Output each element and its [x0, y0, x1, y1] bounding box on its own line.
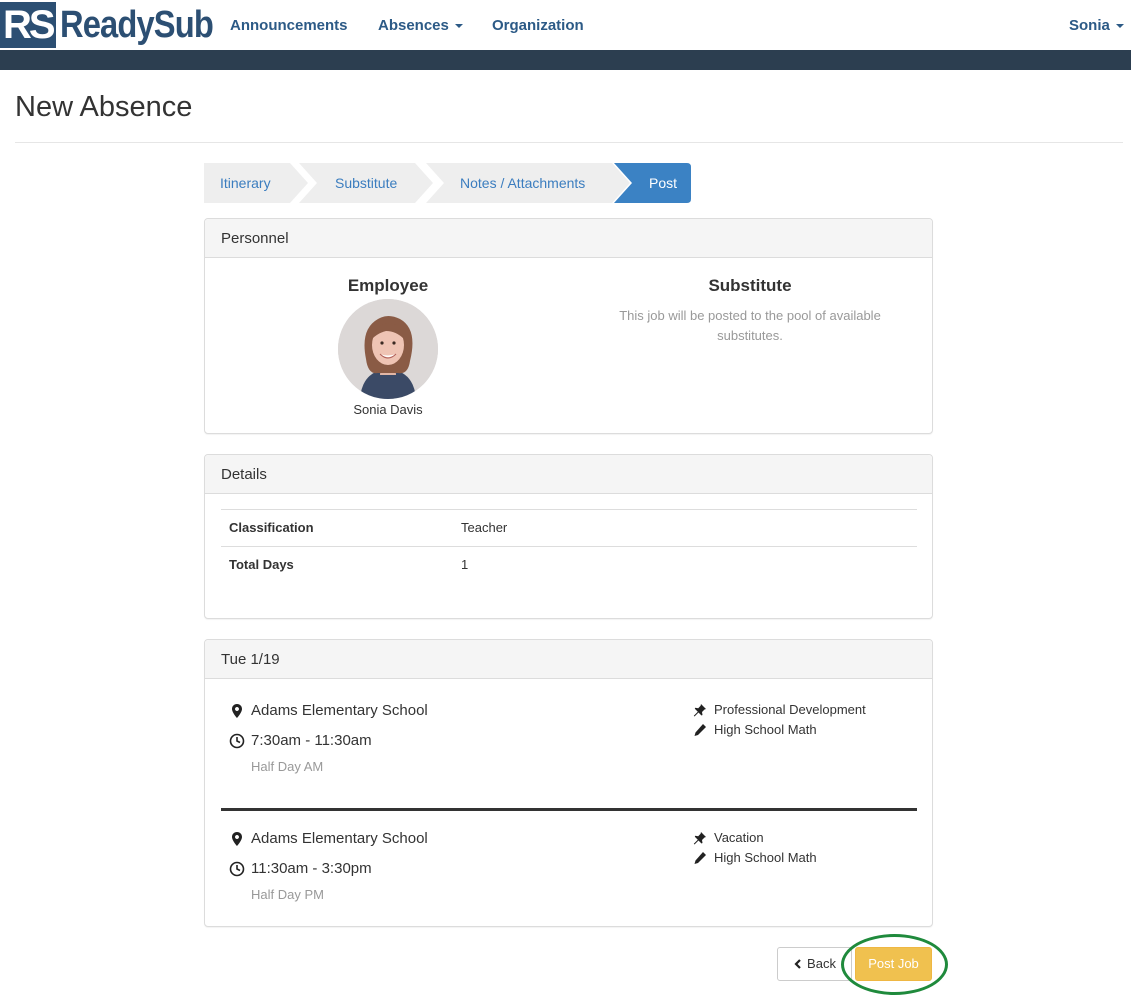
entry-subject: High School Math	[693, 850, 817, 865]
entry-divider	[221, 808, 917, 811]
entry-reason: Professional Development	[693, 702, 866, 717]
page-title: New Absence	[15, 91, 193, 123]
title-divider	[15, 142, 1123, 143]
detail-value: Teacher	[461, 520, 508, 535]
nav-absences[interactable]: Absences	[378, 17, 463, 35]
nav-organization[interactable]: Organization	[492, 17, 584, 35]
clock-icon	[229, 733, 245, 748]
duration-label: Half Day AM	[251, 759, 324, 774]
chevron-left-icon	[794, 959, 801, 969]
highlight-annotation	[841, 934, 948, 995]
entry-reason: Vacation	[693, 830, 764, 845]
time-range: 11:30am - 3:30pm	[251, 860, 372, 877]
wizard-step-label: Substitute	[335, 175, 398, 191]
details-table: Classification Teacher Total Days 1	[221, 509, 917, 583]
wizard-step-label: Post	[649, 175, 678, 191]
personnel-panel: Personnel Employee Sonia Davis Substitut…	[204, 218, 933, 434]
substitute-title: Substitute	[708, 276, 792, 295]
absence-reason: Professional Development	[714, 702, 866, 717]
subject-name: High School Math	[714, 850, 817, 865]
location-name: Adams Elementary School	[251, 830, 428, 847]
nav-announcements[interactable]: Announcements	[230, 17, 348, 35]
location-name: Adams Elementary School	[251, 702, 428, 719]
entry-location: Adams Elementary School	[229, 830, 428, 847]
employee-title: Employee	[347, 276, 429, 295]
entry-time: 11:30am - 3:30pm	[229, 860, 372, 877]
pushpin-icon	[693, 831, 706, 844]
caret-down-icon	[1115, 24, 1124, 29]
time-range: 7:30am - 11:30am	[251, 732, 372, 749]
panel-heading: Personnel	[205, 219, 932, 258]
readysub-logo[interactable]: RS ReadySub	[0, 2, 237, 48]
detail-label: Total Days	[229, 557, 294, 572]
subject-name: High School Math	[714, 722, 817, 737]
wizard-step-label: Notes / Attachments	[460, 175, 586, 191]
navbar-strip	[0, 50, 1131, 70]
pencil-icon	[694, 851, 706, 864]
top-navbar: RS ReadySub Announcements Absences Organ…	[0, 0, 1131, 50]
employee-avatar	[338, 299, 438, 399]
panel-heading: Tue 1/19	[205, 640, 932, 679]
user-menu[interactable]: Sonia	[1069, 17, 1124, 35]
logo-rs-mark: RS	[0, 2, 56, 48]
pushpin-icon	[693, 703, 706, 716]
substitute-description: This job will be posted to the pool of a…	[619, 308, 881, 343]
table-row: Classification Teacher	[221, 509, 917, 546]
map-marker-icon	[232, 703, 242, 718]
nav-absences-label: Absences	[378, 17, 449, 34]
pencil-icon	[694, 723, 706, 736]
entry-time: 7:30am - 11:30am	[229, 732, 372, 749]
user-name: Sonia	[1069, 17, 1110, 34]
details-panel: Details Classification Teacher Total Day…	[204, 454, 933, 619]
clock-icon	[229, 861, 245, 876]
back-button-label: Back	[807, 956, 836, 971]
panel-heading: Details	[205, 455, 932, 494]
map-marker-icon	[232, 831, 242, 846]
detail-value: 1	[461, 557, 469, 572]
entry-location: Adams Elementary School	[229, 702, 428, 719]
entry-subject: High School Math	[693, 722, 817, 737]
duration-label: Half Day PM	[251, 887, 324, 902]
absence-reason: Vacation	[714, 830, 764, 845]
employee-name: Sonia Davis	[353, 402, 423, 417]
wizard-step-label: Itinerary	[220, 175, 271, 191]
table-row: Total Days 1	[221, 546, 917, 583]
day-panel: Tue 1/19 Adams Elementary School 7:30am …	[204, 639, 933, 927]
logo-wordmark: ReadySub	[59, 4, 214, 46]
detail-label: Classification	[229, 520, 314, 535]
caret-down-icon	[454, 24, 463, 29]
